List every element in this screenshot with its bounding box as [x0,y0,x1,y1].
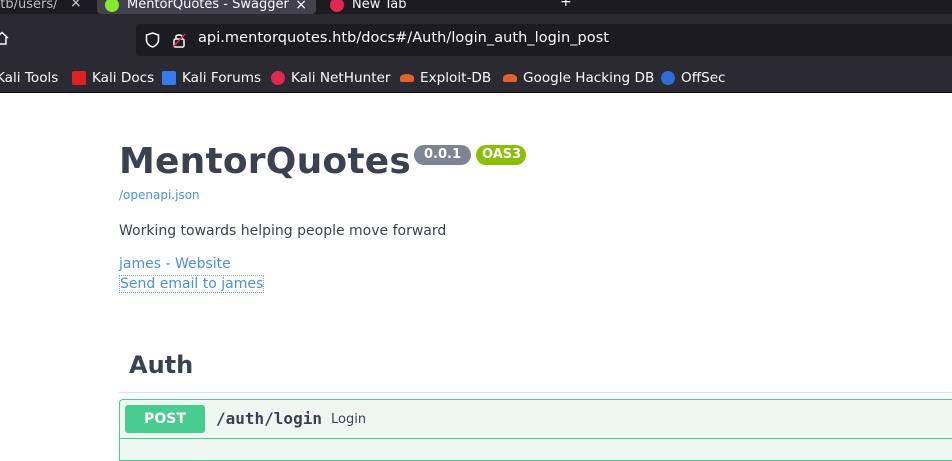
bookmark-kali-tools[interactable]: Kali Tools [0,67,58,89]
ghdb-icon [503,74,517,82]
kali-docs-icon [72,71,86,85]
tag-auth-header[interactable]: Auth [119,346,952,393]
tag-title[interactable]: Auth [129,351,193,379]
openapi-json-link[interactable]: /openapi.json [119,188,200,202]
insecure-lock-icon[interactable] [172,32,186,48]
operation-path[interactable]: /auth/login [216,409,322,428]
bookmark-label: OffSec [681,70,726,86]
navigation-toolbar: api.mentorquotes.htb/docs#/Auth/login_au… [0,14,952,66]
bookmark-offsec[interactable]: OffSec [661,67,726,89]
operation-description[interactable]: Login [331,412,366,427]
bookmarks-toolbar: Kali Tools Kali Docs Kali Forums Kali Ne… [0,66,952,93]
swagger-icon [105,0,119,12]
tab-previous[interactable]: htb/users/ × [0,0,84,14]
method-badge[interactable]: POST [125,405,205,433]
close-icon[interactable]: × [295,0,307,13]
bookmark-kali-forums[interactable]: Kali Forums [162,67,261,89]
tab-bar: htb/users/ × MentorQuotes - Swagger × Ne… [0,0,952,14]
bookmark-label: Kali NetHunter [291,70,391,86]
close-icon[interactable]: × [70,0,82,11]
bookmark-label: Google Hacking DB [523,70,655,86]
tab-title: htb/users/ [0,0,58,12]
bookmark-label: Kali Docs [92,70,155,86]
contact-email-link[interactable]: Send email to james [119,275,265,293]
bookmark-label: Exploit-DB [420,70,492,86]
bookmark-google-hacking-db[interactable]: Google Hacking DB [503,67,654,89]
contact-website-link[interactable]: james - Website [119,256,231,272]
url-bar[interactable]: api.mentorquotes.htb/docs#/Auth/login_au… [136,24,952,56]
tab-title: MentorQuotes - Swagger [127,0,289,12]
bookmark-kali-docs[interactable]: Kali Docs [72,67,154,89]
home-icon[interactable] [0,30,10,46]
bookmark-label: Kali Forums [182,70,262,86]
offsec-icon [661,71,675,85]
nethunter-icon [271,71,285,85]
tab-new-tab[interactable]: New Tab [330,0,450,14]
tab-swagger[interactable]: MentorQuotes - Swagger × [97,0,316,14]
bookmark-kali-nethunter[interactable]: Kali NetHunter [271,67,390,89]
api-title: MentorQuotes [119,141,411,182]
operation-post-auth-login[interactable]: POST /auth/login Login [119,399,952,461]
version-badge: 0.0.1 [414,145,471,165]
new-tab-button[interactable]: + [560,0,572,10]
swagger-page: MentorQuotes 0.0.1 OAS3 /openapi.json Wo… [0,93,952,461]
bookmark-exploit-db[interactable]: Exploit-DB [400,67,491,89]
firefox-icon [330,0,344,12]
url-text[interactable]: api.mentorquotes.htb/docs#/Auth/login_au… [198,30,609,46]
bookmark-label: Kali Tools [0,70,59,86]
api-description: Working towards helping people move forw… [119,223,447,239]
exploit-db-icon [400,74,414,82]
oas-badge: OAS3 [476,145,526,165]
shield-icon[interactable] [145,32,160,48]
kali-forums-icon [162,71,176,85]
operation-summary[interactable]: POST /auth/login Login [120,400,952,439]
tab-title: New Tab [352,0,407,12]
